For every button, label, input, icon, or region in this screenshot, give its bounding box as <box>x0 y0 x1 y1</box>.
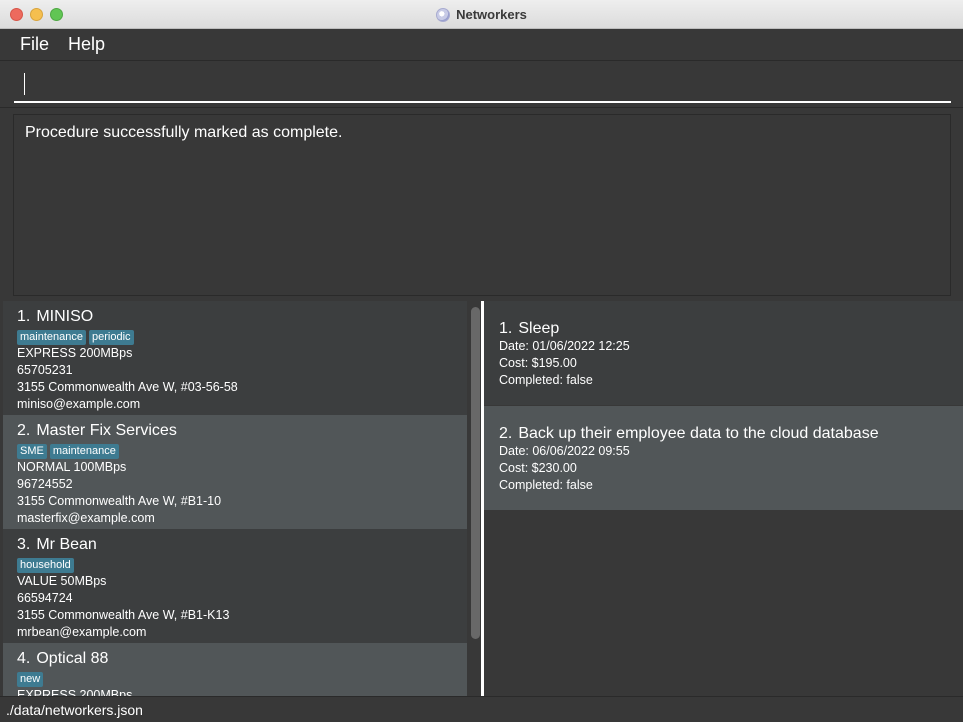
client-plan: EXPRESS 200MBps <box>17 688 133 696</box>
client-tags: household <box>17 555 453 573</box>
client-tag: periodic <box>89 330 134 345</box>
client-address: 3155 Commonwealth Ave W, #B1-K13 <box>17 608 230 622</box>
client-address: 3155 Commonwealth Ave W, #03-56-58 <box>17 380 238 394</box>
procedure-cost: Cost: $230.00 <box>499 461 577 475</box>
menu-help[interactable]: Help <box>68 34 105 55</box>
client-tag: maintenance <box>49 444 119 459</box>
client-card[interactable]: 1. MINISO maintenance periodic EXPRESS 200… <box>3 301 467 415</box>
procedure-date: Date: 06/06/2022 09:55 <box>499 444 630 458</box>
client-list-scrollbar[interactable] <box>471 307 480 639</box>
client-email: miniso@example.com <box>17 397 141 411</box>
client-card[interactable]: 2. Master Fix Services SME maintenance NOR… <box>3 415 467 529</box>
client-phone: 66594724 <box>17 591 73 605</box>
client-tag: SME <box>17 444 47 459</box>
procedure-title: 2. Back up their employee data to the clo… <box>499 424 948 443</box>
command-input[interactable] <box>14 70 951 103</box>
title-wrap: Networkers <box>0 0 963 29</box>
procedure-name: Back up their employee data to the cloud… <box>518 425 879 442</box>
client-plan: EXPRESS 200MBps <box>17 346 133 360</box>
procedure-date: Date: 01/06/2022 12:25 <box>499 339 630 353</box>
procedure-name: Sleep <box>518 320 560 337</box>
procedure-index: 2. <box>499 425 513 442</box>
procedure-card[interactable]: 2. Back up their employee data to the clo… <box>484 406 963 510</box>
app-window: Networkers File Help Procedure successfu… <box>0 0 963 722</box>
procedure-index: 1. <box>499 320 513 337</box>
menu-bar: File Help <box>0 29 963 61</box>
lists-area: 1. MINISO maintenance periodic EXPRESS 200… <box>0 301 963 696</box>
client-plan: NORMAL 100MBps <box>17 460 127 474</box>
procedure-list[interactable]: 1. Sleep Date: 01/06/2022 12:25 Cost: $19… <box>484 301 963 696</box>
client-tags: maintenance periodic <box>17 327 453 345</box>
client-index: 2. <box>17 422 31 439</box>
client-title: 1. MINISO <box>17 308 453 326</box>
client-tag: household <box>17 558 74 573</box>
client-card[interactable]: 4. Optical 88 new EXPRESS 200MBps <box>3 643 467 696</box>
client-name: MINISO <box>36 308 94 325</box>
status-bar: ./data/networkers.json <box>0 696 963 722</box>
title-bar: Networkers <box>0 0 963 29</box>
client-title: 3. Mr Bean <box>17 536 453 554</box>
procedure-completed: Completed: false <box>499 478 593 492</box>
result-message: Procedure successfully marked as complet… <box>25 124 343 141</box>
command-box <box>0 61 963 108</box>
client-card[interactable]: 3. Mr Bean household VALUE 50MBps 6659472… <box>3 529 467 643</box>
procedure-cost: Cost: $195.00 <box>499 356 577 370</box>
client-email: masterfix@example.com <box>17 511 155 525</box>
client-list[interactable]: 1. MINISO maintenance periodic EXPRESS 200… <box>3 301 480 696</box>
save-file-path: ./data/networkers.json <box>6 702 143 718</box>
window-title: Networkers <box>456 7 527 22</box>
client-email: mrbean@example.com <box>17 625 147 639</box>
client-name: Master Fix Services <box>36 422 177 439</box>
client-title: 4. Optical 88 <box>17 650 453 668</box>
client-name: Optical 88 <box>36 650 109 667</box>
client-index: 1. <box>17 308 31 325</box>
text-caret <box>24 73 25 95</box>
client-tags: SME maintenance <box>17 441 453 459</box>
client-phone: 96724552 <box>17 477 73 491</box>
client-index: 3. <box>17 536 31 553</box>
procedure-completed: Completed: false <box>499 373 593 387</box>
client-tags: new <box>17 669 453 687</box>
client-name: Mr Bean <box>36 536 97 553</box>
client-index: 4. <box>17 650 31 667</box>
app-icon <box>436 7 451 22</box>
procedure-title: 1. Sleep <box>499 319 948 338</box>
client-phone: 65705231 <box>17 363 73 377</box>
client-tag: new <box>17 672 44 687</box>
client-title: 2. Master Fix Services <box>17 422 453 440</box>
client-plan: VALUE 50MBps <box>17 574 107 588</box>
procedure-card[interactable]: 1. Sleep Date: 01/06/2022 12:25 Cost: $19… <box>484 301 963 405</box>
menu-file[interactable]: File <box>20 34 49 55</box>
result-display-area: Procedure successfully marked as complet… <box>0 108 963 301</box>
result-display[interactable]: Procedure successfully marked as complet… <box>13 114 951 296</box>
client-tag: maintenance <box>17 330 86 345</box>
client-address: 3155 Commonwealth Ave W, #B1-10 <box>17 494 222 508</box>
